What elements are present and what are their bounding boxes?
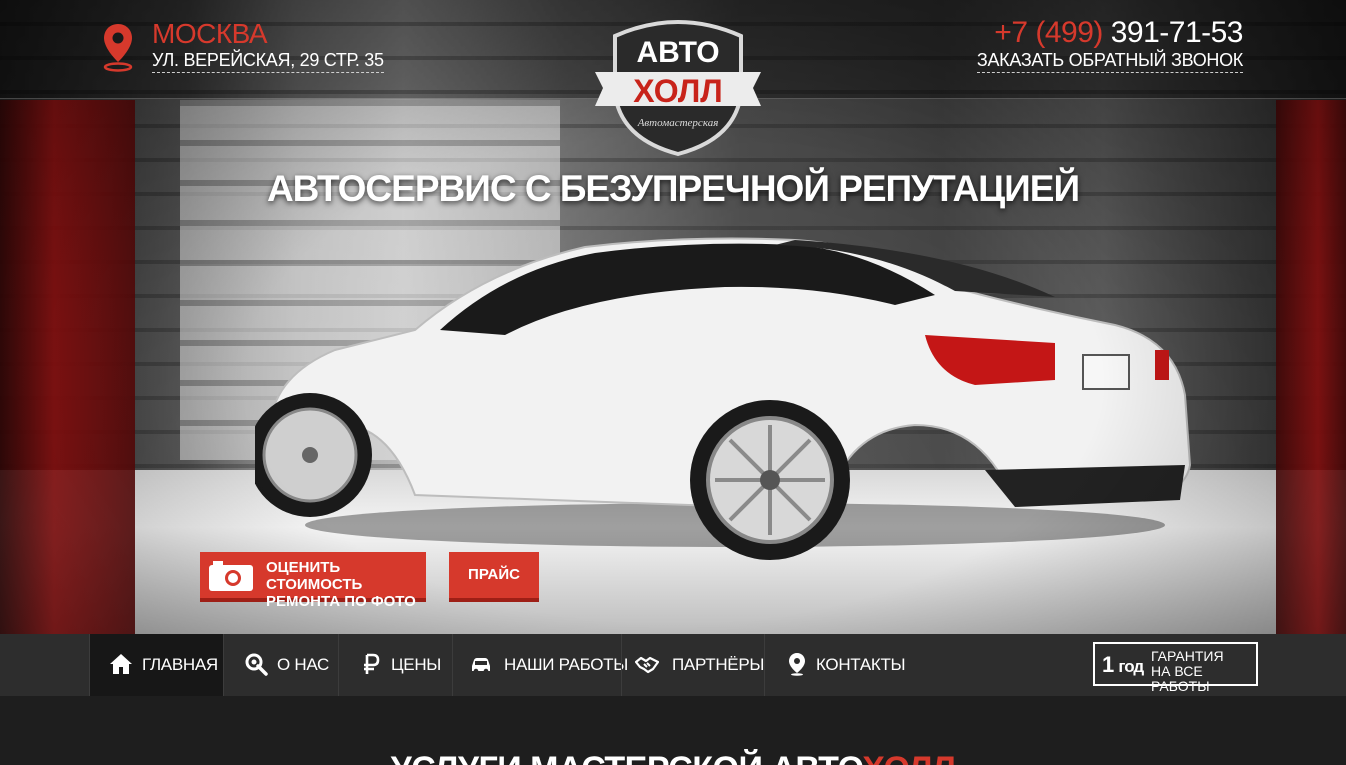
- camera-icon: [209, 561, 253, 591]
- estimate-button-label: ОЦЕНИТЬ СТОИМОСТЬ РЕМОНТА ПО ФОТО: [266, 559, 416, 610]
- warranty-line2: НА ВСЕ РАБОТЫ: [1151, 663, 1210, 694]
- nav-item-partners[interactable]: ПАРТНЁРЫ: [621, 634, 764, 696]
- location-pin-icon: [789, 653, 805, 676]
- home-icon: [110, 654, 132, 674]
- phone-number[interactable]: +7 (499) 391-71-53: [994, 16, 1243, 50]
- nav-item-contacts[interactable]: КОНТАКТЫ: [764, 634, 914, 696]
- nav-item-prices-label: ЦЕНЫ: [391, 655, 442, 674]
- wrench-gear-icon: [245, 653, 268, 676]
- nav-item-our-works-label: НАШИ РАБОТЫ: [504, 655, 629, 674]
- avtoholl-logo[interactable]: АВТО ХОЛЛ Автомастерская: [595, 14, 761, 159]
- estimate-button-line2: РЕМОНТА ПО ФОТО: [266, 593, 416, 610]
- logo-line1: АВТО: [636, 36, 719, 69]
- ruble-icon: [364, 653, 380, 674]
- estimate-button-line1: ОЦЕНИТЬ СТОИМОСТЬ: [266, 559, 363, 593]
- callback-link[interactable]: ЗАКАЗАТЬ ОБРАТНЫЙ ЗВОНОК: [976, 50, 1243, 73]
- price-list-button[interactable]: ПРАЙС: [449, 552, 539, 602]
- nav-item-contacts-label: КОНТАКТЫ: [816, 655, 906, 674]
- warranty-unit: год: [1118, 657, 1144, 676]
- address-link[interactable]: УЛ. ВЕРЕЙСКАЯ, 29 СТР. 35: [152, 50, 384, 73]
- city-label: МОСКВА: [152, 18, 268, 49]
- nav-item-home[interactable]: ГЛАВНАЯ: [89, 634, 223, 696]
- warranty-line1: ГАРАНТИЯ: [1151, 648, 1224, 664]
- logo-subtitle: Автомастерская: [637, 117, 719, 129]
- location-pin-icon: [103, 24, 133, 72]
- warranty-period: 1 год: [1102, 652, 1144, 678]
- nav-item-about[interactable]: О НАС: [223, 634, 338, 696]
- warranty-number: 1: [1102, 652, 1114, 677]
- page: МОСКВА УЛ. ВЕРЕЙСКАЯ, 29 СТР. 35 +7 (499…: [0, 0, 1346, 765]
- warranty-badge: 1 год ГАРАНТИЯ НА ВСЕ РАБОТЫ: [1093, 642, 1258, 694]
- handshake-icon: [635, 656, 659, 674]
- nav-item-home-label: ГЛАВНАЯ: [142, 655, 218, 674]
- estimate-by-photo-button[interactable]: ОЦЕНИТЬ СТОИМОСТЬ РЕМОНТА ПО ФОТО: [200, 552, 426, 610]
- nav-item-prices[interactable]: ЦЕНЫ: [338, 634, 452, 696]
- services-title-accent: ХОЛЛ: [862, 750, 956, 765]
- nav-item-partners-label: ПАРТНЁРЫ: [672, 655, 765, 674]
- car-icon: [472, 658, 490, 674]
- nav-item-our-works[interactable]: НАШИ РАБОТЫ: [452, 634, 628, 696]
- services-title-main: УСЛУГИ МАСТЕРСКОЙ АВТО: [391, 750, 863, 765]
- phone-digits: 391-71-53: [1110, 16, 1244, 49]
- nav-item-about-label: О НАС: [277, 655, 329, 674]
- phone-code: +7 (499): [994, 16, 1103, 49]
- warranty-text: ГАРАНТИЯ НА ВСЕ РАБОТЫ: [1151, 649, 1256, 694]
- services-section-title: УСЛУГИ МАСТЕРСКОЙ АВТОХОЛЛ: [0, 750, 1346, 765]
- hero-tagline: АВТОСЕРВИС С БЕЗУПРЕЧНОЙ РЕПУТАЦИЕЙ: [266, 168, 1080, 209]
- logo-line2: ХОЛЛ: [633, 73, 723, 109]
